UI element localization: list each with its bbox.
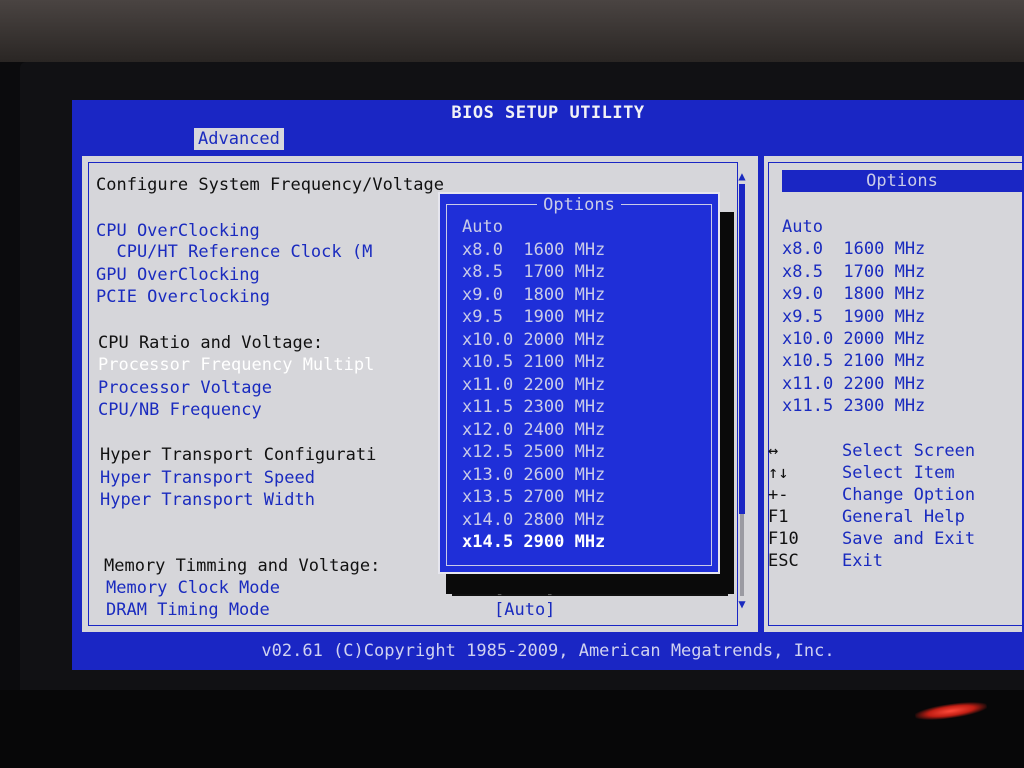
help-option: x11.5 2300 MHz xyxy=(782,396,926,417)
help-option: x10.5 2100 MHz xyxy=(782,351,926,372)
tab-advanced[interactable]: Advanced xyxy=(194,128,284,150)
help-option: x9.5 1900 MHz xyxy=(782,306,926,327)
help-option: Auto xyxy=(782,217,823,237)
popup-option[interactable]: x11.5 2300 MHz xyxy=(462,396,605,418)
popup-option[interactable]: x8.0 1600 MHz xyxy=(462,239,605,261)
popup-option[interactable]: x11.0 2200 MHz xyxy=(462,374,605,396)
popup-option[interactable]: x9.5 1900 MHz xyxy=(462,306,605,328)
dram-timing-mode-value[interactable]: [Auto] xyxy=(494,599,555,621)
popup-option[interactable]: x12.5 2500 MHz xyxy=(462,441,605,463)
popup-option[interactable]: Auto xyxy=(462,216,503,238)
menu-item-hyper-transport-width[interactable]: Hyper Transport Width xyxy=(100,489,315,511)
menu-item-dram-timing-mode[interactable]: DRAM Timing Mode xyxy=(106,599,270,621)
menu-item-memory-clock-mode[interactable]: Memory Clock Mode xyxy=(106,577,280,599)
section-memory-timing: Memory Timming and Voltage: xyxy=(104,556,381,576)
key-name: F1 xyxy=(768,507,789,527)
popup-option[interactable]: x14.0 2800 MHz xyxy=(462,509,605,531)
scroll-thumb[interactable] xyxy=(739,184,745,514)
popup-option[interactable]: x8.5 1700 MHz xyxy=(462,261,605,283)
popup-option[interactable]: x13.5 2700 MHz xyxy=(462,486,605,508)
section-cpu-ratio: CPU Ratio and Voltage: xyxy=(98,333,324,353)
options-popup-title: Options xyxy=(440,194,718,216)
key-description: Exit xyxy=(842,551,883,571)
popup-option[interactable]: x9.0 1800 MHz xyxy=(462,284,605,306)
key-name: ↑↓ xyxy=(768,463,789,483)
scroll-down-arrow-icon[interactable]: ▼ xyxy=(736,598,748,610)
menu-item-processor-voltage[interactable]: Processor Voltage xyxy=(98,377,272,399)
menu-item-pcie-overclocking[interactable]: PCIE Overclocking xyxy=(96,286,270,308)
help-option: x10.0 2000 MHz xyxy=(782,329,926,349)
key-name: F10 xyxy=(768,529,799,549)
scroll-up-arrow-icon[interactable]: ▲ xyxy=(736,170,748,182)
popup-option[interactable]: x10.0 2000 MHz xyxy=(462,329,605,351)
key-description: Save and Exit xyxy=(842,529,976,549)
key-description: Select Item xyxy=(842,463,955,483)
monitor-bezel-bottom xyxy=(0,690,1024,768)
section-hyper-transport: Hyper Transport Configurati xyxy=(100,445,377,465)
key-description: General Help xyxy=(842,507,965,527)
section-heading: Configure System Frequency/Voltage xyxy=(96,175,444,195)
bios-title: BIOS SETUP UTILITY xyxy=(451,103,645,123)
popup-option[interactable]: x12.0 2400 MHz xyxy=(462,419,605,441)
bios-screen: BIOS SETUP UTILITY Advanced Configure Sy… xyxy=(72,100,1024,670)
key-description: Select Screen xyxy=(842,441,976,461)
menu-item-cpu-ht-reference-clock[interactable]: CPU/HT Reference Clock (M xyxy=(96,241,372,263)
help-option: x11.0 2200 MHz xyxy=(782,373,926,394)
options-help-title: Options xyxy=(782,170,1022,192)
menu-item-processor-frequency-multiplier[interactable]: Processor Frequency Multipl xyxy=(98,354,374,376)
copyright-footer: v02.61 (C)Copyright 1985-2009, American … xyxy=(261,641,835,661)
menu-item-gpu-overclocking[interactable]: GPU OverClocking xyxy=(96,264,260,286)
background-wall xyxy=(0,0,1024,62)
scrollbar[interactable]: ▲ ▼ xyxy=(736,170,748,610)
help-option: x8.5 1700 MHz xyxy=(782,261,926,282)
popup-option[interactable]: x13.0 2600 MHz xyxy=(462,464,605,486)
key-name: +- xyxy=(768,485,789,505)
tab-bar: Advanced xyxy=(72,126,1024,152)
popup-option[interactable]: x14.5 2900 MHz xyxy=(462,531,605,553)
menu-item-cpu-nb-frequency[interactable]: CPU/NB Frequency xyxy=(98,399,262,421)
help-option: x9.0 1800 MHz xyxy=(782,284,926,305)
menu-item-cpu-overclocking[interactable]: CPU OverClocking xyxy=(96,220,260,242)
popup-option[interactable]: x10.5 2100 MHz xyxy=(462,351,605,373)
key-name: ↔ xyxy=(768,441,779,461)
options-popup: Options Auto x8.0 1600 MHz x8.5 1700 MHz x9… xyxy=(438,192,720,574)
menu-item-hyper-transport-speed[interactable]: Hyper Transport Speed xyxy=(100,467,315,489)
key-name: ESC xyxy=(768,551,799,571)
help-option: x8.0 1600 MHz xyxy=(782,239,926,260)
options-popup-title-text: Options xyxy=(537,195,621,215)
key-description: Change Option xyxy=(842,485,976,505)
